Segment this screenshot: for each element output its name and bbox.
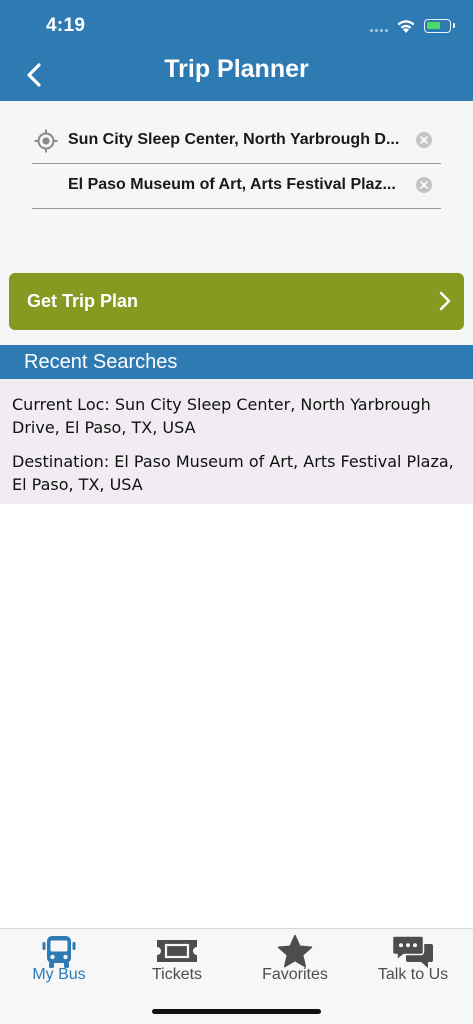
clear-icon: [420, 136, 428, 144]
star-icon: [277, 934, 313, 968]
get-trip-plan-label: Get Trip Plan: [27, 291, 139, 311]
tab-label-talk-to-us: Talk to Us: [377, 966, 449, 983]
clear-icon: [420, 181, 428, 189]
origin-field[interactable]: Sun City Sleep Center, North Yarbrough D…: [32, 118, 441, 164]
status-icons: [370, 15, 455, 37]
recent-item-destination[interactable]: Destination: El Paso Museum of Art, Arts…: [12, 450, 461, 496]
clear-destination-button[interactable]: [416, 177, 432, 193]
tab-talk-to-us[interactable]: Talk to Us: [354, 929, 472, 991]
page-title: Trip Planner: [164, 55, 309, 83]
ticket-icon: [157, 940, 197, 962]
recent-item-origin[interactable]: Current Loc: Sun City Sleep Center, Nort…: [12, 393, 461, 439]
bus-icon: [42, 936, 76, 968]
tab-tickets[interactable]: Tickets: [118, 929, 236, 991]
tab-label-favorites: Favorites: [262, 966, 328, 983]
status-time: 4:19: [46, 15, 86, 36]
chat-icon: [392, 935, 433, 968]
home-indicator: [152, 1009, 321, 1014]
trip-inputs-panel: Sun City Sleep Center, North Yarbrough D…: [0, 101, 473, 345]
origin-input[interactable]: Sun City Sleep Center, North Yarbrough D…: [68, 118, 410, 162]
current-location-icon[interactable]: [34, 129, 58, 153]
destination-field[interactable]: El Paso Museum of Art, Arts Festival Pla…: [32, 163, 441, 209]
recent-searches-list: Current Loc: Sun City Sleep Center, Nort…: [0, 379, 473, 504]
tab-label-my-bus: My Bus: [32, 966, 86, 983]
tab-my-bus[interactable]: My Bus: [0, 929, 118, 991]
clear-origin-button[interactable]: [416, 132, 432, 148]
chevron-right-icon: [439, 291, 451, 311]
recent-searches-title: Recent Searches: [24, 351, 178, 373]
tab-favorites[interactable]: Favorites: [236, 929, 354, 991]
app-screen: 4:19 Trip Planner Sun City Sleep Center,…: [0, 0, 473, 1024]
signal-icon: [370, 20, 388, 32]
recent-searches-header: Recent Searches: [0, 345, 473, 379]
header-bar: 4:19 Trip Planner: [0, 0, 473, 101]
get-trip-plan-button[interactable]: Get Trip Plan: [9, 273, 464, 330]
destination-input[interactable]: El Paso Museum of Art, Arts Festival Pla…: [68, 163, 410, 207]
tab-label-tickets: Tickets: [151, 966, 203, 983]
wifi-icon: [397, 19, 415, 33]
battery-icon: [424, 19, 455, 33]
